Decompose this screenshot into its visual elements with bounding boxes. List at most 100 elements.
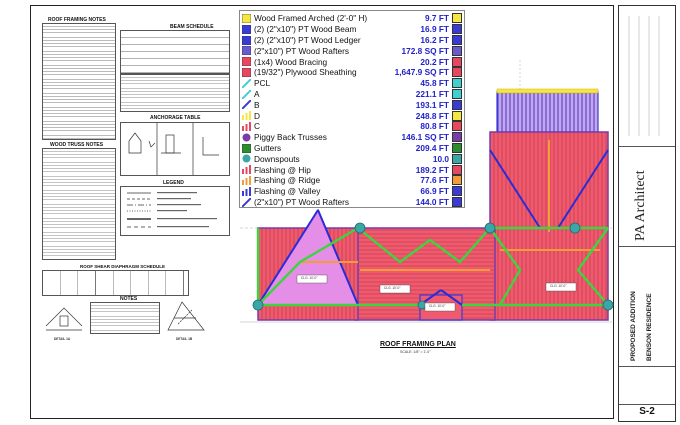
clg-label-4: CLG. 10'-0" (550, 284, 567, 288)
legend-label: A (254, 89, 260, 100)
plan-scale: SCALE: 1/8" = 1'-0" (400, 350, 431, 354)
legend-value: 66.9 FT (420, 186, 449, 197)
bracing-icon (241, 56, 252, 67)
legend-value: 146.1 SQ FT (401, 132, 450, 143)
legend-color-swatch (452, 110, 462, 121)
project-block: PROPOSED ADDITION BENSON RESIDENCE (619, 246, 675, 367)
legend-label: (19/32") Plywood Sheathing (254, 67, 357, 78)
legend-color-swatch (452, 153, 462, 164)
legend-label: D (254, 110, 260, 121)
legend-color-swatch (452, 132, 462, 143)
legend-color-swatch (452, 13, 462, 24)
legend-row: C 80.8 FT (242, 121, 462, 132)
legend-value: 10.0 (432, 153, 449, 164)
legend-row: (2) (2"x10") PT Wood Ledger 16.2 FT (241, 35, 462, 46)
legend-label: (2"x10") PT Wood Rafters (254, 45, 350, 56)
legend-label: (1x4) Wood Bracing (254, 56, 328, 67)
legend-color-swatch (452, 45, 462, 56)
sheathing-icon (241, 67, 252, 78)
legend-color-swatch (452, 24, 462, 35)
legend-label: (2) (2"x10") PT Wood Beam (254, 24, 357, 35)
legend-row: Downspouts 10.0 (242, 153, 462, 164)
downspout-icon (242, 154, 251, 163)
project-name: BENSON RESIDENCE (646, 293, 653, 361)
clg-label-3: CLG. 10'-0" (429, 304, 446, 308)
legend-label: (2"x10") PT Wood Rafters (254, 197, 350, 208)
legend-label: Wood Framed Arched (2'-0" H) (254, 13, 368, 24)
bar-d-icon (242, 111, 251, 121)
legend-row: (19/32") Plywood Sheathing 1,647.9 SQ FT (241, 67, 462, 78)
legend-color-swatch (452, 175, 462, 186)
legend-row: Flashing @ Valley 66.9 FT (242, 186, 462, 197)
gutter-icon (241, 143, 252, 153)
legend-row: Flashing @ Ridge 77.6 FT (242, 175, 462, 186)
legend-color-swatch (452, 78, 462, 89)
legend-value: 144.0 FT (415, 197, 449, 208)
flashing-valley-icon (242, 186, 251, 196)
ledger-icon (241, 35, 252, 45)
legend-label: C (254, 121, 260, 132)
legend-value: 45.8 FT (420, 78, 449, 89)
clg-label-1: CLG. 10'-0" (301, 276, 318, 280)
legend-row: (1x4) Wood Bracing 20.2 FT (241, 56, 462, 67)
title-block: PA Architect PROPOSED ADDITION BENSON RE… (618, 5, 676, 422)
legend-label: Flashing @ Hip (254, 164, 311, 175)
legend-color-swatch (452, 67, 462, 78)
legend-value: 20.2 FT (420, 56, 449, 67)
revision-block (619, 6, 675, 147)
legend-label: (2) (2"x10") PT Wood Ledger (254, 35, 361, 46)
legend-row: Wood Framed Arched (2'-0" H) 9.7 FT (241, 13, 462, 24)
legend-row: D 248.8 FT (242, 110, 462, 121)
legend-color-swatch (452, 186, 462, 197)
pcl-icon (241, 78, 252, 89)
legend-row: (2) (2"x10") PT Wood Beam 16.9 FT (241, 24, 462, 35)
legend-row: Flashing @ Hip 189.2 FT (242, 164, 462, 175)
legend-value: 189.2 FT (415, 164, 449, 175)
legend-row: (2"x10") PT Wood Rafters 144.0 FT (241, 196, 462, 208)
rear-addition-rafters (496, 91, 599, 133)
legend-color-swatch (452, 89, 462, 100)
flashing-hip-icon (242, 165, 251, 175)
legend-label: PCL (254, 78, 271, 89)
rafter-line-icon (241, 196, 252, 208)
legend-color-swatch (452, 143, 462, 154)
sheet-info-block (619, 366, 675, 405)
revision-lines (628, 16, 660, 136)
legend-value: 209.4 FT (415, 143, 449, 154)
legend-label: B (254, 99, 260, 110)
legend-row: (2"x10") PT Wood Rafters 172.8 SQ FT (241, 45, 462, 56)
truss-icon (242, 133, 251, 142)
legend-value: 9.7 FT (425, 13, 449, 24)
legend-color-swatch (452, 99, 462, 110)
firm-block: PA Architect (619, 146, 675, 247)
legend-row: Piggy Back Trusses 146.1 SQ FT (242, 132, 462, 143)
flashing-ridge-icon (242, 175, 251, 185)
line-b-icon (241, 99, 252, 111)
legend-label: Piggy Back Trusses (254, 132, 327, 143)
legend-color-swatch (452, 121, 462, 132)
legend-value: 221.1 FT (415, 89, 449, 100)
clg-label-2: CLG. 10'-0" (384, 286, 401, 290)
bar-c-icon (242, 121, 251, 131)
legend-value: 80.8 FT (420, 121, 449, 132)
legend-row: B 193.1 FT (241, 99, 462, 111)
legend-value: 1,647.9 SQ FT (394, 67, 449, 78)
legend-label: Gutters (254, 143, 282, 154)
legend-value: 16.2 FT (420, 35, 449, 46)
legend-value: 16.9 FT (420, 24, 449, 35)
project-type: PROPOSED ADDITION (630, 291, 637, 361)
legend-row: A 221.1 FT (241, 88, 462, 100)
takeoff-legend: Wood Framed Arched (2'-0" H) 9.7 FT (2) (2… (239, 10, 465, 208)
sheet-number: S-2 (639, 406, 655, 417)
line-a-icon (241, 88, 252, 100)
arch-icon (241, 13, 252, 24)
legend-label: Flashing @ Ridge (254, 175, 321, 186)
legend-color-swatch (452, 197, 462, 208)
legend-value: 172.8 SQ FT (401, 45, 450, 56)
rafter-block-icon (241, 46, 252, 56)
firm-name: PA Architect (633, 170, 648, 241)
legend-label: Downspouts (254, 153, 300, 164)
legend-label: Flashing @ Valley (254, 186, 321, 197)
legend-row: PCL 45.8 FT (241, 78, 462, 89)
legend-row: Gutters 209.4 FT (241, 143, 462, 154)
